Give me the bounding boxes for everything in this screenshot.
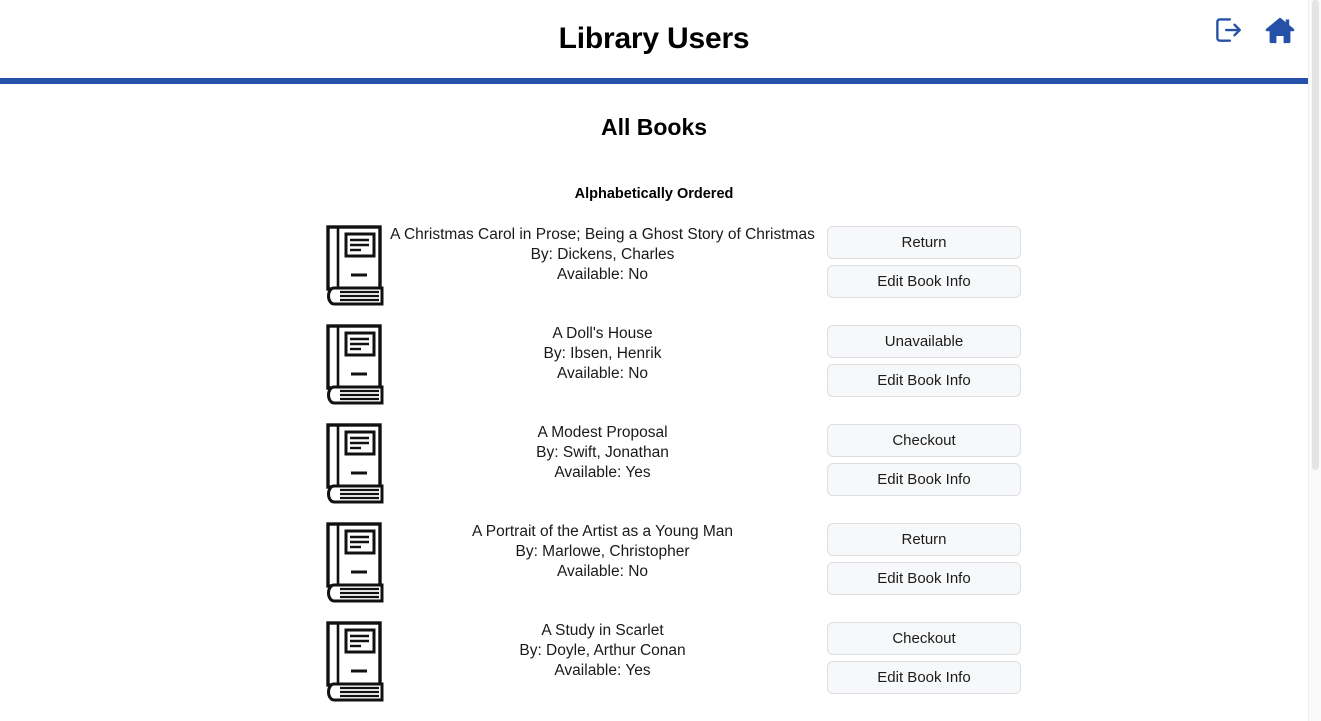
vertical-scrollbar[interactable] (1308, 0, 1321, 721)
main-content: All Books Alphabetically Ordered A Chris… (0, 112, 1308, 721)
header-actions (1208, 10, 1300, 50)
book-info: A Modest Proposal By: Swift, Jonathan Av… (385, 423, 820, 483)
edit-book-info-button[interactable]: Edit Book Info (827, 364, 1021, 397)
logout-icon[interactable] (1208, 10, 1248, 50)
book-availability: Available: Yes (554, 464, 651, 481)
section-title: All Books (600, 114, 708, 140)
book-icon (326, 225, 384, 306)
page-content: Library Users All Books Alphabetically O… (0, 0, 1308, 721)
book-info: A Doll's House By: Ibsen, Henrik Availab… (385, 324, 820, 384)
page-viewport: Library Users All Books Alphabetically O… (0, 0, 1321, 721)
section-subtitle: Alphabetically Ordered (574, 186, 734, 202)
book-list: A Christmas Carol in Prose; Being a Ghos… (0, 225, 1308, 721)
book-row: A Portrait of the Artist as a Young Man … (0, 522, 1308, 621)
book-actions: Unavailable Edit Book Info (827, 324, 1021, 397)
book-cover-cell (0, 621, 385, 703)
book-action-button[interactable]: Checkout (827, 424, 1021, 457)
book-author: By: Doyle, Arthur Conan (519, 642, 686, 659)
edit-book-info-button[interactable]: Edit Book Info (827, 265, 1021, 298)
book-actions: Checkout Edit Book Info (827, 621, 1021, 694)
book-info: A Portrait of the Artist as a Young Man … (385, 522, 820, 582)
book-icon (326, 522, 384, 603)
book-row: A Christmas Carol in Prose; Being a Ghos… (0, 225, 1308, 324)
book-icon (326, 423, 384, 504)
book-availability: Available: No (556, 266, 649, 283)
book-info: A Study in Scarlet By: Doyle, Arthur Con… (385, 621, 820, 681)
book-icon (326, 324, 384, 405)
book-availability: Available: Yes (554, 662, 651, 679)
book-icon (326, 621, 384, 702)
page-header: Library Users (0, 0, 1308, 78)
book-title: A Christmas Carol in Prose; Being a Ghos… (390, 226, 815, 243)
book-action-button[interactable]: Checkout (827, 622, 1021, 655)
book-author: By: Marlowe, Christopher (515, 543, 690, 560)
book-title: A Modest Proposal (537, 424, 668, 441)
book-actions: Checkout Edit Book Info (827, 423, 1021, 496)
page-title: Library Users (558, 22, 750, 55)
book-title: A Doll's House (552, 325, 653, 342)
header-divider (0, 78, 1308, 84)
book-action-button[interactable]: Unavailable (827, 325, 1021, 358)
edit-book-info-button[interactable]: Edit Book Info (827, 661, 1021, 694)
book-info: A Christmas Carol in Prose; Being a Ghos… (385, 225, 820, 285)
book-actions: Return Edit Book Info (827, 225, 1021, 298)
book-author: By: Ibsen, Henrik (543, 345, 662, 362)
vertical-scrollbar-thumb[interactable] (1312, 0, 1319, 470)
book-row: A Modest Proposal By: Swift, Jonathan Av… (0, 423, 1308, 522)
edit-book-info-button[interactable]: Edit Book Info (827, 463, 1021, 496)
book-cover-cell (0, 324, 385, 406)
book-cover-cell (0, 423, 385, 505)
book-row: A Doll's House By: Ibsen, Henrik Availab… (0, 324, 1308, 423)
edit-book-info-button[interactable]: Edit Book Info (827, 562, 1021, 595)
book-row: A Study in Scarlet By: Doyle, Arthur Con… (0, 621, 1308, 720)
book-cover-cell (0, 225, 385, 307)
book-author: By: Swift, Jonathan (536, 444, 669, 461)
book-title: A Portrait of the Artist as a Young Man (471, 523, 734, 540)
book-author: By: Dickens, Charles (530, 246, 675, 263)
book-availability: Available: No (556, 563, 649, 580)
book-cover-cell (0, 522, 385, 604)
book-availability: Available: No (556, 365, 649, 382)
book-title: A Study in Scarlet (541, 622, 664, 639)
book-action-button[interactable]: Return (827, 226, 1021, 259)
home-icon[interactable] (1260, 10, 1300, 50)
book-action-button[interactable]: Return (827, 523, 1021, 556)
book-actions: Return Edit Book Info (827, 522, 1021, 595)
